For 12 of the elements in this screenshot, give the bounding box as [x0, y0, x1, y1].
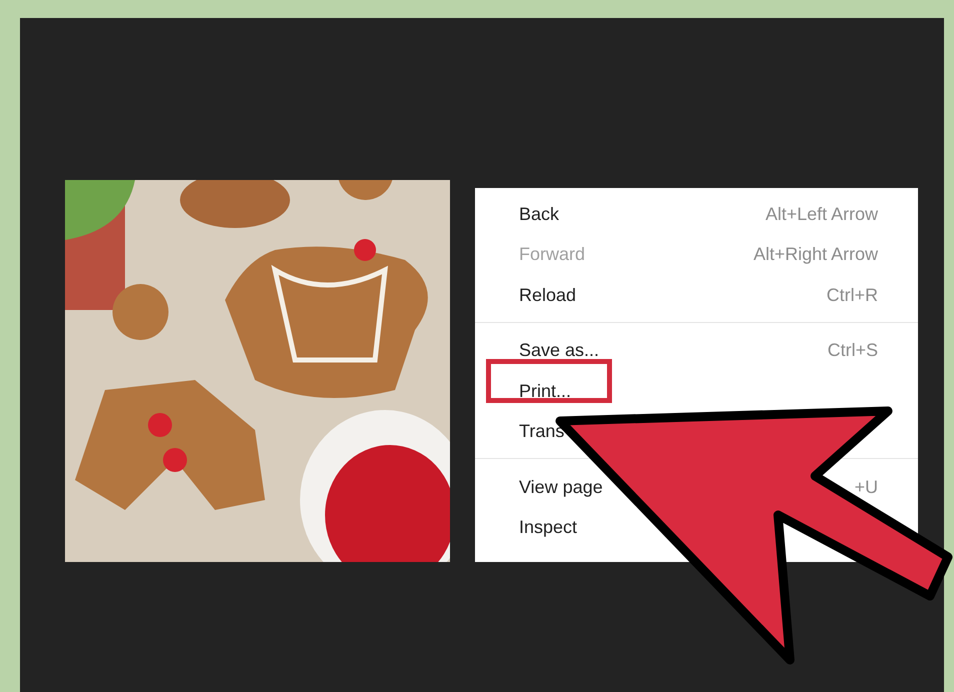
shortcut-label: Ctrl+R: [826, 284, 878, 306]
menu-item[interactable]: Save as...: [519, 340, 600, 362]
shortcut-label: Alt+Right Arrow: [753, 244, 878, 266]
menu-item[interactable]: Back: [519, 204, 560, 225]
menu-item[interactable]: View page: [519, 476, 603, 498]
shortcut-label: +U: [854, 476, 878, 498]
menu-item[interactable]: Reload: [519, 284, 576, 306]
shortcut-label: Alt+Left Arrow: [765, 204, 878, 225]
menu-item[interactable]: Inspect: [519, 517, 578, 538]
shortcut-label: Ctrl+S: [827, 340, 878, 362]
menu-item[interactable]: Print...: [519, 380, 572, 402]
menu-item[interactable]: Trans: [519, 421, 564, 442]
